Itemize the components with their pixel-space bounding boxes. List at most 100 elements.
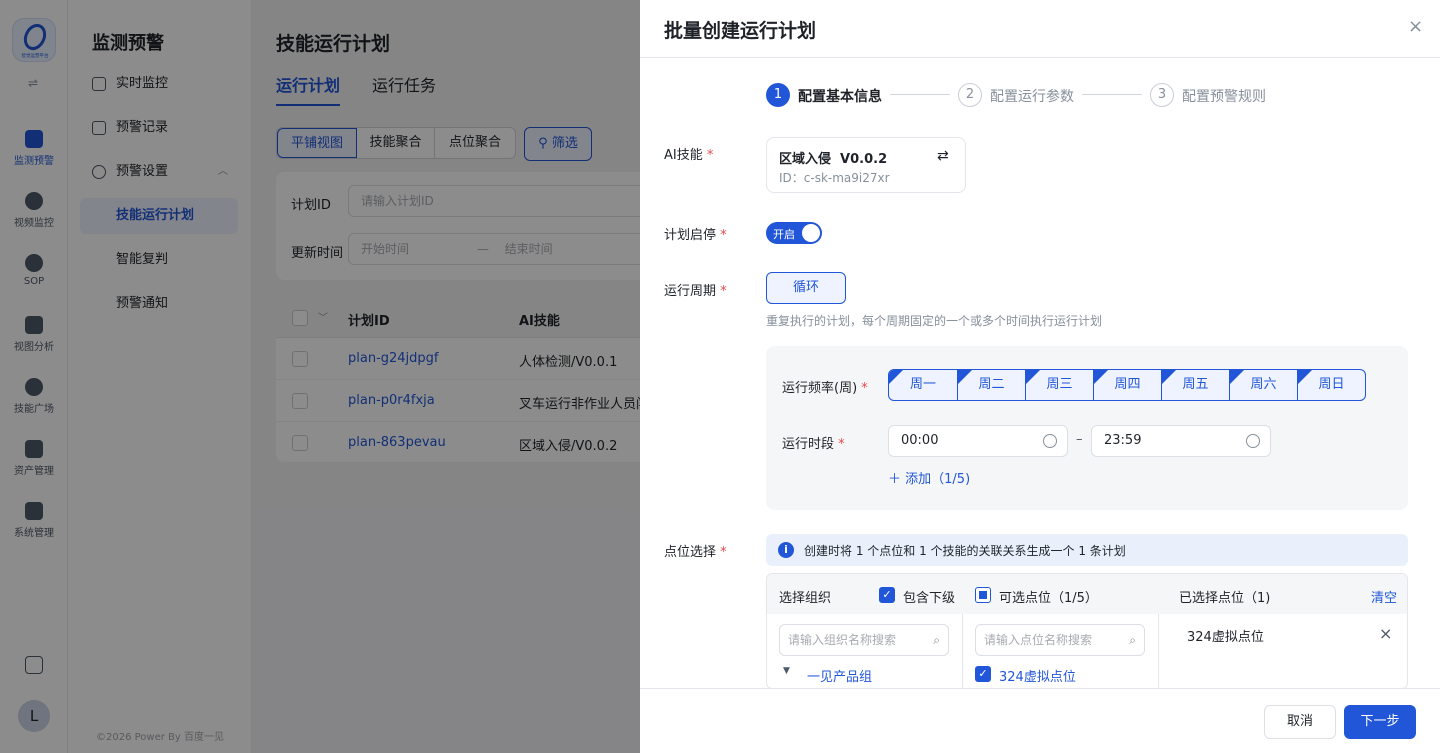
step-2-number: 2 [958,83,982,107]
time-start-value: 00:00 [901,433,939,448]
check-corner-icon [889,370,903,384]
tree-expand-icon[interactable]: ▼ [783,666,790,676]
selected-point-item: 324虚拟点位 [1187,630,1264,645]
next-button[interactable]: 下一步 [1344,705,1416,739]
step-3-label: 配置预警规则 [1182,89,1266,105]
indeterminate-mark [979,591,987,599]
step-1-label: 配置基本信息 [798,89,882,105]
check-corner-icon [1230,370,1244,384]
skill-name: 区域入侵 V0.0.2 [779,152,888,167]
weekday-label: 周日 [1318,377,1345,392]
available-column: 可选点位（1/5） 请输入点位名称搜索 ⌕ ✓ 324虚拟点位 [963,574,1159,688]
weekday-label: 周一 [909,377,936,392]
search-icon: ⌕ [1129,633,1136,647]
add-time-label: 添加（1/5) [905,472,971,487]
skill-id: ID：c-sk-ma9i27xr [779,171,890,185]
org-tree-item[interactable]: 一见产品组 [807,666,872,685]
cycle-loop-button[interactable]: 循环 [766,272,846,304]
check-corner-icon [1026,370,1040,384]
step-2-label: 配置运行参数 [990,89,1074,105]
add-time-button[interactable]: ＋ 添加（1/5) [888,468,970,487]
check-corner-icon [1162,370,1176,384]
cycle-label: 运行周期 * [664,280,727,299]
footer-divider [640,688,1440,689]
toggle-label-text: 计划启停 [664,228,717,243]
include-sub-checkbox[interactable]: ✓ [879,587,895,603]
ai-skill-label: AI技能 * [664,144,713,163]
time-separator: – [1076,432,1083,447]
weekday-sat[interactable]: 周六 [1229,370,1297,400]
freq-label: 运行频率(周) * [782,377,868,396]
remove-icon[interactable]: × [1379,624,1392,643]
swap-icon[interactable]: ⇄ [937,148,949,164]
clock-icon [1043,434,1057,448]
required-mark: * [838,437,845,452]
toggle-label: 计划启停 * [664,224,727,243]
point-picker: 选择组织 ✓ 包含下级 请输入组织名称搜索 ⌕ ▼ 一见产品组 可选点位（1/5… [766,573,1408,689]
weekday-thu[interactable]: 周四 [1093,370,1161,400]
weekday-label: 周五 [1182,377,1209,392]
include-sub-label: 包含下级 [903,591,956,606]
available-point-item[interactable]: 324虚拟点位 [999,666,1076,685]
point-checkbox[interactable]: ✓ [975,666,991,682]
plus-icon: ＋ [888,472,902,487]
required-mark: * [861,381,868,396]
required-mark: * [706,148,714,163]
available-column-title: 可选点位（1/5） [999,591,1098,606]
required-mark: * [720,228,727,243]
org-search-placeholder: 请输入组织名称搜索 [788,633,897,647]
check-corner-icon [1298,370,1312,384]
weekday-label: 周三 [1046,377,1073,392]
check-corner-icon [1094,370,1108,384]
close-icon[interactable]: × [1408,16,1423,37]
step-3-number: 3 [1150,83,1174,107]
weekday-label: 周四 [1114,377,1141,392]
cycle-hint: 重复执行的计划，每个周期固定的一个或多个时间执行运行计划 [766,314,1103,328]
modal-overlay[interactable] [0,0,640,753]
check-corner-icon [958,370,972,384]
org-column: 选择组织 ✓ 包含下级 请输入组织名称搜索 ⌕ ▼ 一见产品组 [767,574,963,688]
plan-toggle-switch[interactable]: 开启 [766,222,822,244]
ai-skill-label-text: AI技能 [664,148,703,163]
point-search-input[interactable]: 请输入点位名称搜索 ⌕ [975,624,1145,656]
time-label: 运行时段 * [782,433,845,452]
weekday-label: 周六 [1250,377,1277,392]
info-text: 创建时将 1 个点位和 1 个技能的关联关系生成一个 1 条计划 [804,544,1126,558]
skill-card[interactable]: 区域入侵 V0.0.2 ID：c-sk-ma9i27xr ⇄ [766,137,966,193]
weekday-fri[interactable]: 周五 [1161,370,1229,400]
info-icon: i [778,542,794,558]
point-search-placeholder: 请输入点位名称搜索 [984,633,1093,647]
info-banner: i 创建时将 1 个点位和 1 个技能的关联关系生成一个 1 条计划 [766,534,1408,566]
schedule-box: 运行频率(周) * 周一 周二 周三 周四 周五 周六 周日 运行时段 * 00… [766,346,1408,510]
weekday-mon[interactable]: 周一 [889,370,957,400]
cycle-label-text: 运行周期 [664,284,717,299]
cancel-button[interactable]: 取消 [1264,705,1336,739]
step-1-number: 1 [766,83,790,107]
create-plan-drawer: 批量创建运行计划 × 1 配置基本信息 2 配置运行参数 3 配置预警规则 AI… [640,0,1440,753]
select-all-points-checkbox[interactable] [975,587,991,603]
clock-icon [1246,434,1260,448]
required-mark: * [720,545,727,560]
clear-button[interactable]: 清空 [1371,587,1397,606]
org-search-input[interactable]: 请输入组织名称搜索 ⌕ [779,624,949,656]
point-label: 点位选择 * [664,541,727,560]
drawer-title: 批量创建运行计划 [664,20,817,42]
weekday-label: 周二 [978,377,1005,392]
header-divider [640,57,1440,58]
required-mark: * [720,284,727,299]
toggle-knob [802,224,820,242]
freq-label-text: 运行频率(周) [782,381,858,396]
weekday-sun[interactable]: 周日 [1297,370,1365,400]
toggle-text: 开启 [773,228,795,241]
search-icon: ⌕ [933,633,940,647]
time-start-input[interactable]: 00:00 [888,425,1068,457]
point-label-text: 点位选择 [664,545,717,560]
time-end-value: 23:59 [1104,433,1142,448]
time-end-input[interactable]: 23:59 [1091,425,1271,457]
weekday-wed[interactable]: 周三 [1025,370,1093,400]
selected-column: 已选择点位（1) 清空 324虚拟点位 × [1159,574,1407,688]
time-label-text: 运行时段 [782,437,835,452]
step-connector [890,94,950,95]
step-connector [1082,94,1142,95]
weekday-tue[interactable]: 周二 [957,370,1025,400]
